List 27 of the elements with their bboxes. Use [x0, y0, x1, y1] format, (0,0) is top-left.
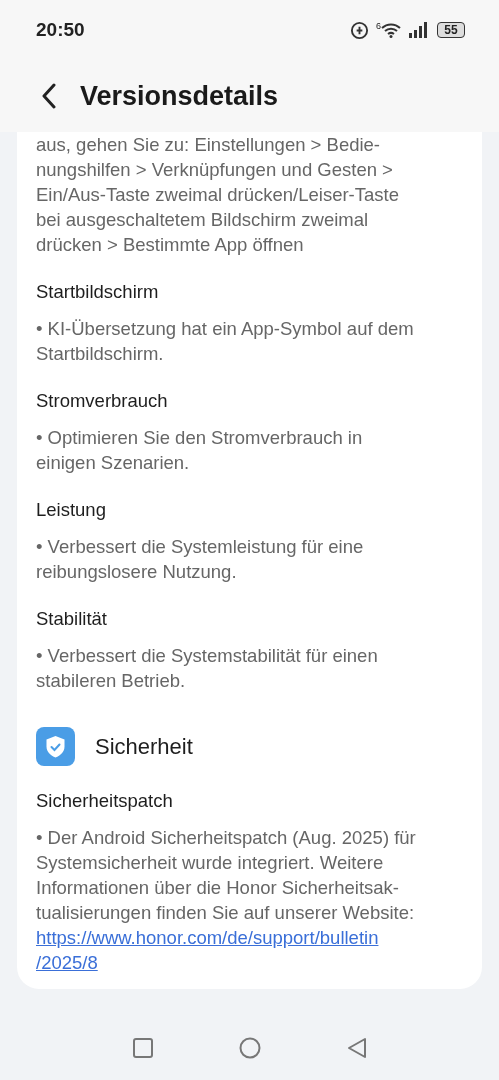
battery-indicator: 55	[437, 22, 465, 38]
circle-icon	[238, 1037, 261, 1059]
description-text: • Verbessert die Systemleistung für eine reibungslosere Nutzung.	[36, 535, 365, 584]
section-heading: Stromverbrauch	[36, 389, 169, 413]
description-text: • KI-Übersetzung hat ein App-Symbol auf dem Startbildschirm.	[36, 317, 415, 366]
section-heading: Stabilität	[36, 607, 108, 631]
description-text: • Der Android Sicherheitspatch (Aug. 2025) für Systemsicherheit wurde integriert. Weitere Informationen über die Honor Sicherheitsak- tualisierungen finden Sie auf unserer Website:	[36, 826, 417, 925]
clock: 20:50	[36, 19, 85, 41]
back-nav-button[interactable]	[346, 1037, 367, 1059]
triangle-icon	[346, 1037, 367, 1059]
description-text: aus, gehen Sie zu: Einstellungen > Bedie- nungshilfen > Verknüpfungen und Gesten > Ein/Aus-Taste zweimal drücken/Leiser-Taste bei ausgeschaltetem Bildschirm zweimal drücken > Bestimmte App öffnen	[36, 133, 400, 257]
section-heading: Leistung	[36, 498, 107, 522]
shield-check-icon	[36, 727, 75, 766]
square-icon	[132, 1038, 153, 1058]
signal-icon	[408, 22, 430, 38]
home-button[interactable]	[238, 1037, 261, 1059]
wifi-generation-label: 6	[376, 22, 381, 31]
section-heading: Sicherheitspatch	[36, 789, 174, 813]
section-heading: Startbildschirm	[36, 280, 160, 304]
recent-apps-button[interactable]	[132, 1038, 153, 1058]
back-icon	[41, 83, 57, 109]
section-title: Sicherheit	[95, 733, 193, 760]
page-title: Versionsdetails	[80, 80, 279, 112]
wifi-icon	[381, 22, 401, 38]
description-text: • Optimieren Sie den Stromverbrauch in einigen Szenarien.	[36, 426, 364, 475]
description-text: • Verbessert die Systemstabilität für einen stabileren Betrieb.	[36, 644, 379, 693]
bulletin-link[interactable]: https://www.honor.com/de/support/bulletin /2025/8	[36, 925, 463, 975]
